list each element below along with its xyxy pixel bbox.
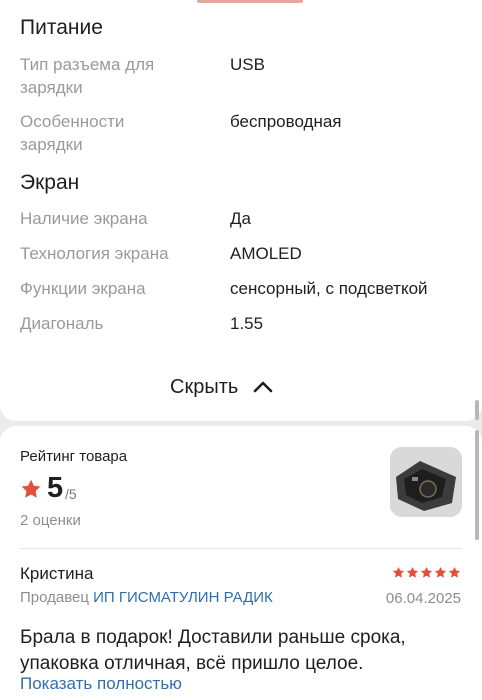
spec-label-functions: Функции экрана: [20, 279, 146, 298]
star-icon: [406, 566, 419, 578]
show-more-link[interactable]: Показать полностью: [20, 674, 182, 694]
spec-value-charging: беспроводная: [230, 112, 342, 131]
divider: [20, 548, 462, 549]
rating-max: /5: [65, 486, 77, 502]
spec-value-diagonal: 1.55: [230, 314, 264, 333]
section-title-power: Питание: [20, 16, 103, 39]
tab-indicator: [197, 0, 303, 3]
scrollbar-thumb[interactable]: [475, 430, 479, 540]
collapse-label: Скрыть: [170, 375, 239, 398]
rating-value: 5: [47, 472, 64, 504]
star-icon: [434, 566, 447, 578]
section-title-screen: Экран: [20, 171, 80, 194]
seller-prefix: Продавец: [20, 589, 89, 606]
seller-line: Продавец ИП ГИСМАТУЛИН РАДИК: [20, 589, 273, 606]
review-date: 06.04.2025: [385, 590, 461, 607]
reviewer-name: Кристина: [20, 564, 94, 583]
review-text: Брала в подарок! Доставили раньше срока,…: [20, 627, 406, 674]
rating-count: 2 оценки: [20, 512, 81, 529]
star-icon: [420, 566, 433, 578]
spec-label-diagonal: Диагональ: [20, 314, 104, 333]
seller-link[interactable]: ИП ГИСМАТУЛИН РАДИК: [93, 589, 273, 606]
spec-label-has-screen: Наличие экрана: [20, 209, 148, 228]
spec-value-connector: USB: [230, 55, 265, 74]
spec-label-charging: Особенности зарядки: [20, 112, 125, 154]
collapse-button[interactable]: Скрыть: [170, 372, 274, 402]
review-stars: [392, 566, 461, 579]
rating-label: Рейтинг товара: [20, 448, 128, 465]
star-icon: [448, 566, 461, 578]
chevron-up-icon: [253, 381, 273, 393]
star-icon: [392, 566, 405, 578]
spec-value-technology: AMOLED: [230, 244, 302, 263]
product-thumbnail[interactable]: [390, 447, 462, 517]
watch-photo: [390, 447, 462, 517]
star-icon: [21, 479, 41, 498]
spec-value-has-screen: Да: [230, 209, 251, 228]
scrollbar[interactable]: [475, 400, 479, 420]
spec-label-connector: Тип разъема для зарядки: [20, 55, 155, 97]
spec-label-technology: Технология экрана: [20, 244, 169, 263]
spec-value-functions: сенсорный, с подсветкой: [230, 279, 428, 298]
